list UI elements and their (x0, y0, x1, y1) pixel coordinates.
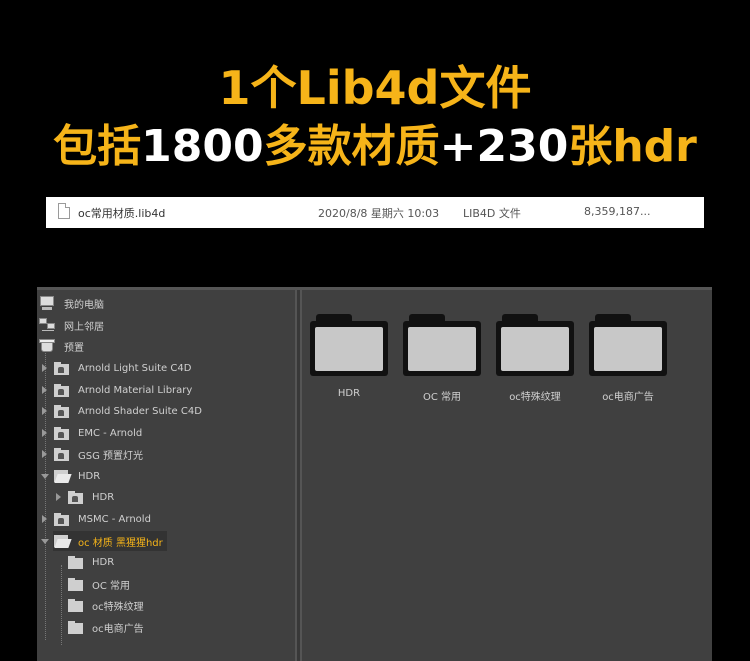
preset-box-icon (39, 339, 56, 353)
expand-arrow-icon[interactable] (42, 515, 47, 523)
expand-arrow-icon[interactable] (42, 386, 47, 394)
folder-icon (67, 598, 84, 612)
locked-folder-icon (53, 512, 70, 526)
tree-item-hdr-child[interactable]: HDR (56, 487, 115, 507)
folder-grid: HDR OC 常用 oc特殊纹理 oc电商广告 (302, 290, 712, 661)
folder-tile-oc-special-textures[interactable] (496, 314, 574, 376)
tree-item-arnold-shader-suite[interactable]: Arnold Shader Suite C4D (42, 401, 202, 421)
folder-tile-oc-ecommerce-ads[interactable] (589, 314, 667, 376)
tree-item-gsg-lights[interactable]: GSG 预置灯光 (42, 444, 144, 464)
tree-item-oc-special-textures[interactable]: oc特殊纹理 (67, 595, 144, 615)
headline-part-hdr: 张hdr (568, 121, 697, 172)
folder-icon (315, 327, 383, 371)
file-type: LIB4D 文件 (463, 207, 521, 220)
tree-item-label: EMC - Arnold (78, 427, 143, 439)
folder-icon (67, 555, 84, 569)
headline-hdr-count: +230 (439, 121, 569, 172)
tree-guide-line-sub (61, 565, 62, 645)
file-size: 8,359,187... (584, 205, 651, 218)
folder-tree: 我的电脑 网上邻居 预置 Arnold Light Suite C4D Arno… (37, 290, 295, 661)
tree-item-presets[interactable]: 预置 (39, 336, 84, 356)
open-folder-icon (53, 534, 72, 548)
tree-item-msmc-arnold[interactable]: MSMC - Arnold (42, 509, 151, 529)
tree-item-label: Arnold Light Suite C4D (78, 362, 192, 374)
folder-tile-label: oc电商广告 (602, 392, 654, 403)
folder-icon (501, 327, 569, 371)
file-modified-date: 2020/8/8 星期六 10:03 (318, 207, 440, 220)
content-browser: 我的电脑 网上邻居 预置 Arnold Light Suite C4D Arno… (37, 287, 712, 661)
tree-item-network[interactable]: 网上邻居 (39, 315, 104, 335)
folder-tile-label: OC 常用 (422, 392, 462, 403)
folder-icon (67, 577, 84, 591)
tree-item-oc-common[interactable]: OC 常用 (67, 574, 130, 594)
tree-item-label: GSG 预置灯光 (78, 450, 144, 462)
tree-item-label: oc特殊纹理 (92, 601, 144, 613)
tree-item-label: 预置 (64, 342, 84, 354)
tree-item-label: MSMC - Arnold (78, 513, 151, 525)
expand-arrow-icon[interactable] (42, 407, 47, 415)
locked-folder-icon (53, 383, 70, 397)
tree-item-hdr[interactable]: HDR (41, 466, 101, 486)
locked-folder-icon (53, 404, 70, 418)
open-locked-folder-icon (53, 469, 72, 483)
expand-arrow-icon[interactable] (42, 429, 47, 437)
folder-icon (67, 620, 84, 634)
pane-splitter[interactable] (295, 290, 302, 661)
folder-icon (408, 327, 476, 371)
folder-tile-label: HDR (337, 388, 361, 399)
tree-item-label: oc电商广告 (92, 623, 144, 635)
headline-material-count: 1800 (141, 121, 264, 172)
tree-item-label: 网上邻居 (64, 321, 104, 333)
folder-tile-label: oc特殊纹理 (509, 392, 561, 403)
tree-item-oc-materials-selected[interactable]: oc 材质 黑猩猩hdr (41, 531, 167, 551)
headline-line-1: 1个Lib4d文件 (218, 61, 532, 115)
file-name: oc常用材质.lib4d (78, 207, 166, 220)
locked-folder-icon (53, 361, 70, 375)
file-icon (58, 203, 70, 219)
expand-arrow-icon[interactable] (42, 364, 47, 372)
tree-item-label: HDR (92, 491, 115, 503)
locked-folder-icon (53, 447, 70, 461)
collapse-arrow-icon[interactable] (41, 474, 49, 479)
tree-item-label: Arnold Shader Suite C4D (78, 405, 202, 417)
tree-item-label: oc 材质 黑猩猩hdr (78, 537, 163, 549)
network-icon (39, 318, 56, 332)
tree-item-label: HDR (92, 556, 115, 568)
headline-line-2: 包括1800多款材质+230张hdr (0, 118, 750, 176)
expand-arrow-icon[interactable] (42, 450, 47, 458)
folder-tile-oc-common[interactable] (403, 314, 481, 376)
headline-part-include: 包括 (53, 121, 142, 172)
folder-tile-hdr[interactable] (310, 314, 388, 376)
file-list-row[interactable]: oc常用材质.lib4d 2020/8/8 星期六 10:03 LIB4D 文件… (46, 197, 704, 228)
locked-folder-icon (53, 426, 70, 440)
expand-arrow-icon[interactable] (56, 493, 61, 501)
promo-page: 1个Lib4d文件 包括1800多款材质+230张hdr oc常用材质.lib4… (0, 0, 750, 661)
tree-item-emc-arnold[interactable]: EMC - Arnold (42, 423, 143, 443)
tree-item-label: 我的电脑 (64, 299, 104, 311)
tree-item-arnold-material-library[interactable]: Arnold Material Library (42, 380, 193, 400)
tree-item-arnold-light-suite[interactable]: Arnold Light Suite C4D (42, 358, 192, 378)
computer-icon (39, 296, 56, 310)
tree-item-oc-hdr[interactable]: HDR (67, 552, 114, 572)
tree-item-oc-ecommerce-ads[interactable]: oc电商广告 (67, 617, 144, 637)
locked-folder-icon (67, 490, 84, 504)
tree-item-label: OC 常用 (92, 580, 131, 592)
collapse-arrow-icon[interactable] (41, 539, 49, 544)
headline-part-materials: 多款材质 (263, 121, 440, 172)
tree-item-my-computer[interactable]: 我的电脑 (39, 293, 104, 313)
tree-item-label: Arnold Material Library (78, 384, 193, 396)
folder-icon (594, 327, 662, 371)
tree-item-label: HDR (78, 470, 101, 482)
